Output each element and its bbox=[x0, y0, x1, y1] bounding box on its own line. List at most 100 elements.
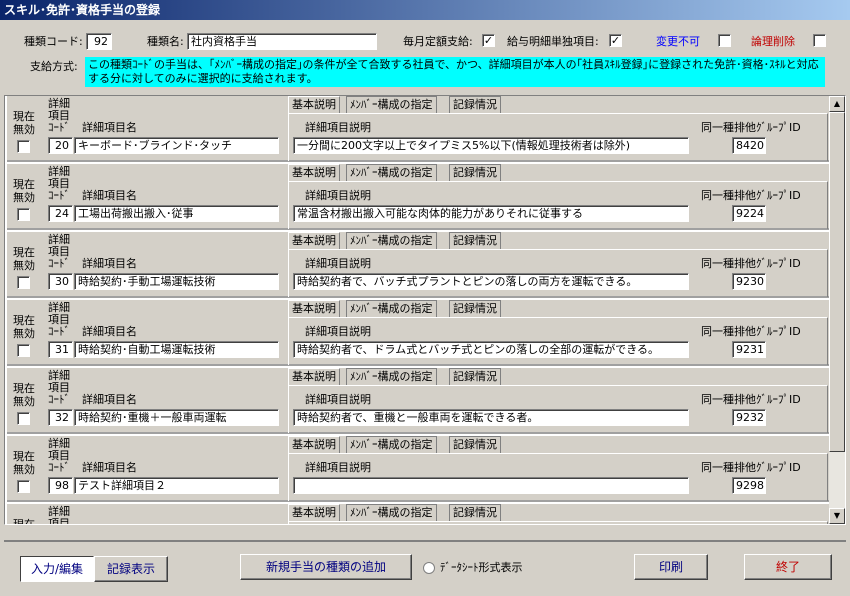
invalid-label-1: 現在 bbox=[13, 178, 35, 191]
invalid-label-1: 現在 bbox=[13, 314, 35, 327]
item-name-label: 詳細項目名 bbox=[82, 461, 137, 474]
invalid-checkbox[interactable] bbox=[17, 412, 30, 425]
scroll-thumb[interactable] bbox=[829, 112, 845, 452]
detail-label-3: ｺｰﾄﾞ bbox=[48, 257, 70, 270]
record-row: 現在 無効 詳細 項目 ｺｰﾄﾞ 詳細項目名 30 時給契約･手動工場運転技術 … bbox=[7, 232, 829, 298]
records-list: 現在 無効 詳細 項目 ｺｰﾄﾞ 詳細項目名 基本説明 ﾒﾝﾊﾞｰ構成の指定 記… bbox=[4, 95, 846, 525]
invalid-checkbox[interactable] bbox=[17, 480, 30, 493]
group-id-label: 同一種排他ｸﾞﾙｰﾌﾟID bbox=[701, 393, 801, 406]
tab-basic[interactable]: 基本説明 bbox=[288, 300, 340, 318]
unchangeable-checkbox[interactable] bbox=[718, 34, 731, 47]
scroll-down-icon[interactable]: ▼ bbox=[829, 508, 845, 524]
invalid-label-2: 無効 bbox=[13, 395, 35, 408]
exit-button[interactable]: 終了 bbox=[744, 554, 832, 580]
invalid-label-2: 無効 bbox=[13, 259, 35, 272]
type-name-label: 種類名: bbox=[147, 35, 184, 48]
input-edit-button[interactable]: 入力/編集 bbox=[20, 556, 94, 582]
logical-delete-checkbox[interactable] bbox=[813, 34, 826, 47]
detail-label-3: ｺｰﾄﾞ bbox=[48, 393, 70, 406]
tab-record[interactable]: 記録情況 bbox=[449, 368, 501, 386]
window-title: スキル･免許･資格手当の登録 bbox=[0, 0, 850, 20]
tab-basic[interactable]: 基本説明 bbox=[288, 232, 340, 250]
item-desc-field[interactable]: 一分間に200文字以上でタイプミス5%以下(情報処理技術者は除外) bbox=[293, 137, 689, 154]
group-id-field[interactable]: 8420 bbox=[732, 137, 766, 154]
datasheet-radio[interactable] bbox=[423, 562, 435, 574]
invalid-label-1: 現在 bbox=[13, 246, 35, 259]
tab-member[interactable]: ﾒﾝﾊﾞｰ構成の指定 bbox=[346, 504, 437, 522]
tab-record[interactable]: 記録情況 bbox=[449, 232, 501, 250]
tab-panel bbox=[288, 521, 828, 524]
item-desc-field[interactable]: 時給契約者で、重機と一般車両を運転できる者。 bbox=[293, 409, 689, 426]
group-id-label: 同一種排他ｸﾞﾙｰﾌﾟID bbox=[701, 257, 801, 270]
detail-code-field[interactable]: 98 bbox=[48, 477, 73, 494]
invalid-label-1: 現在 bbox=[13, 110, 35, 123]
logical-delete-label: 論理削除 bbox=[751, 35, 795, 48]
tab-member[interactable]: ﾒﾝﾊﾞｰ構成の指定 bbox=[346, 300, 437, 318]
tab-member[interactable]: ﾒﾝﾊﾞｰ構成の指定 bbox=[346, 164, 437, 182]
scroll-up-icon[interactable]: ▲ bbox=[829, 96, 845, 112]
tab-basic[interactable]: 基本説明 bbox=[288, 164, 340, 182]
item-desc-field[interactable]: 時給契約者で、バッチ式プラントとピンの落しの両方を運転できる。 bbox=[293, 273, 689, 290]
item-name-field[interactable]: 工場出荷搬出搬入･従事 bbox=[74, 205, 279, 222]
item-name-field[interactable]: 時給契約･自動工場運転技術 bbox=[74, 341, 279, 358]
add-type-button[interactable]: 新規手当の種類の追加 bbox=[240, 554, 412, 580]
invalid-checkbox[interactable] bbox=[17, 140, 30, 153]
type-name-field[interactable]: 社内資格手当 bbox=[187, 33, 377, 50]
group-id-field[interactable]: 9298 bbox=[732, 477, 766, 494]
item-desc-field[interactable] bbox=[293, 477, 689, 494]
tab-record[interactable]: 記録情況 bbox=[449, 96, 501, 114]
item-name-label: 詳細項目名 bbox=[82, 121, 137, 134]
record-row: 現在 無効 詳細 項目 ｺｰﾄﾞ 詳細項目名 20 キーボード･ブラインド･タッ… bbox=[7, 96, 829, 162]
tab-member[interactable]: ﾒﾝﾊﾞｰ構成の指定 bbox=[346, 368, 437, 386]
detail-code-field[interactable]: 20 bbox=[48, 137, 73, 154]
group-id-label: 同一種排他ｸﾞﾙｰﾌﾟID bbox=[701, 189, 801, 202]
tab-record[interactable]: 記録情況 bbox=[449, 436, 501, 454]
invalid-label-2: 無効 bbox=[13, 327, 35, 340]
detail-label-3: ｺｰﾄﾞ bbox=[48, 121, 70, 134]
record-row: 現在 無効 詳細 項目 ｺｰﾄﾞ 詳細項目名 31 時給契約･自動工場運転技術 … bbox=[7, 300, 829, 366]
tab-basic[interactable]: 基本説明 bbox=[288, 504, 340, 522]
invalid-checkbox[interactable] bbox=[17, 344, 30, 357]
group-id-label: 同一種排他ｸﾞﾙｰﾌﾟID bbox=[701, 121, 801, 134]
tab-member[interactable]: ﾒﾝﾊﾞｰ構成の指定 bbox=[346, 436, 437, 454]
invalid-label-1: 現在 bbox=[13, 518, 35, 525]
group-id-field[interactable]: 9231 bbox=[732, 341, 766, 358]
monthly-fixed-checkbox[interactable]: ✓ bbox=[482, 34, 495, 47]
tab-basic[interactable]: 基本説明 bbox=[288, 96, 340, 114]
group-id-field[interactable]: 9230 bbox=[732, 273, 766, 290]
invalid-label-2: 無効 bbox=[13, 123, 35, 136]
detail-code-field[interactable]: 31 bbox=[48, 341, 73, 358]
detail-code-field[interactable]: 24 bbox=[48, 205, 73, 222]
invalid-checkbox[interactable] bbox=[17, 208, 30, 221]
footer-bar: 入力/編集 記録表示 新規手当の種類の追加 ﾃﾞｰﾀｼｰﾄ形式表示 印刷 終了 bbox=[4, 540, 846, 592]
datasheet-label: ﾃﾞｰﾀｼｰﾄ形式表示 bbox=[440, 561, 523, 574]
tab-basic[interactable]: 基本説明 bbox=[288, 436, 340, 454]
invalid-label-1: 現在 bbox=[13, 382, 35, 395]
type-code-field[interactable]: 92 bbox=[86, 33, 112, 50]
tab-record[interactable]: 記録情況 bbox=[449, 504, 501, 522]
tab-member[interactable]: ﾒﾝﾊﾞｰ構成の指定 bbox=[346, 96, 437, 114]
group-id-field[interactable]: 9224 bbox=[732, 205, 766, 222]
payslip-item-checkbox[interactable]: ✓ bbox=[609, 34, 622, 47]
tab-member[interactable]: ﾒﾝﾊﾞｰ構成の指定 bbox=[346, 232, 437, 250]
detail-code-field[interactable]: 30 bbox=[48, 273, 73, 290]
invalid-checkbox[interactable] bbox=[17, 276, 30, 289]
detail-label-3: ｺｰﾄﾞ bbox=[48, 461, 70, 474]
group-id-field[interactable]: 9232 bbox=[732, 409, 766, 426]
detail-code-field[interactable]: 32 bbox=[48, 409, 73, 426]
record-view-button[interactable]: 記録表示 bbox=[94, 556, 168, 582]
invalid-label-2: 無効 bbox=[13, 191, 35, 204]
tab-record[interactable]: 記録情況 bbox=[449, 164, 501, 182]
detail-label-3: ｺｰﾄﾞ bbox=[48, 189, 70, 202]
item-name-field[interactable]: 時給契約･重機＋一般車両運転 bbox=[74, 409, 279, 426]
item-name-field[interactable]: 時給契約･手動工場運転技術 bbox=[74, 273, 279, 290]
item-name-field[interactable]: キーボード･ブラインド･タッチ bbox=[74, 137, 279, 154]
print-button[interactable]: 印刷 bbox=[634, 554, 708, 580]
item-name-field[interactable]: テスト詳細項目２ bbox=[74, 477, 279, 494]
item-desc-field[interactable]: 常温含材搬出搬入可能な肉体的能力がありそれに従事する bbox=[293, 205, 689, 222]
tab-record[interactable]: 記録情況 bbox=[449, 300, 501, 318]
item-desc-label: 詳細項目説明 bbox=[305, 121, 371, 134]
vertical-scrollbar[interactable]: ▲ ▼ bbox=[829, 96, 845, 524]
item-desc-field[interactable]: 時給契約者で、ドラム式とバッチ式とピンの落しの全部の運転ができる。 bbox=[293, 341, 689, 358]
tab-basic[interactable]: 基本説明 bbox=[288, 368, 340, 386]
